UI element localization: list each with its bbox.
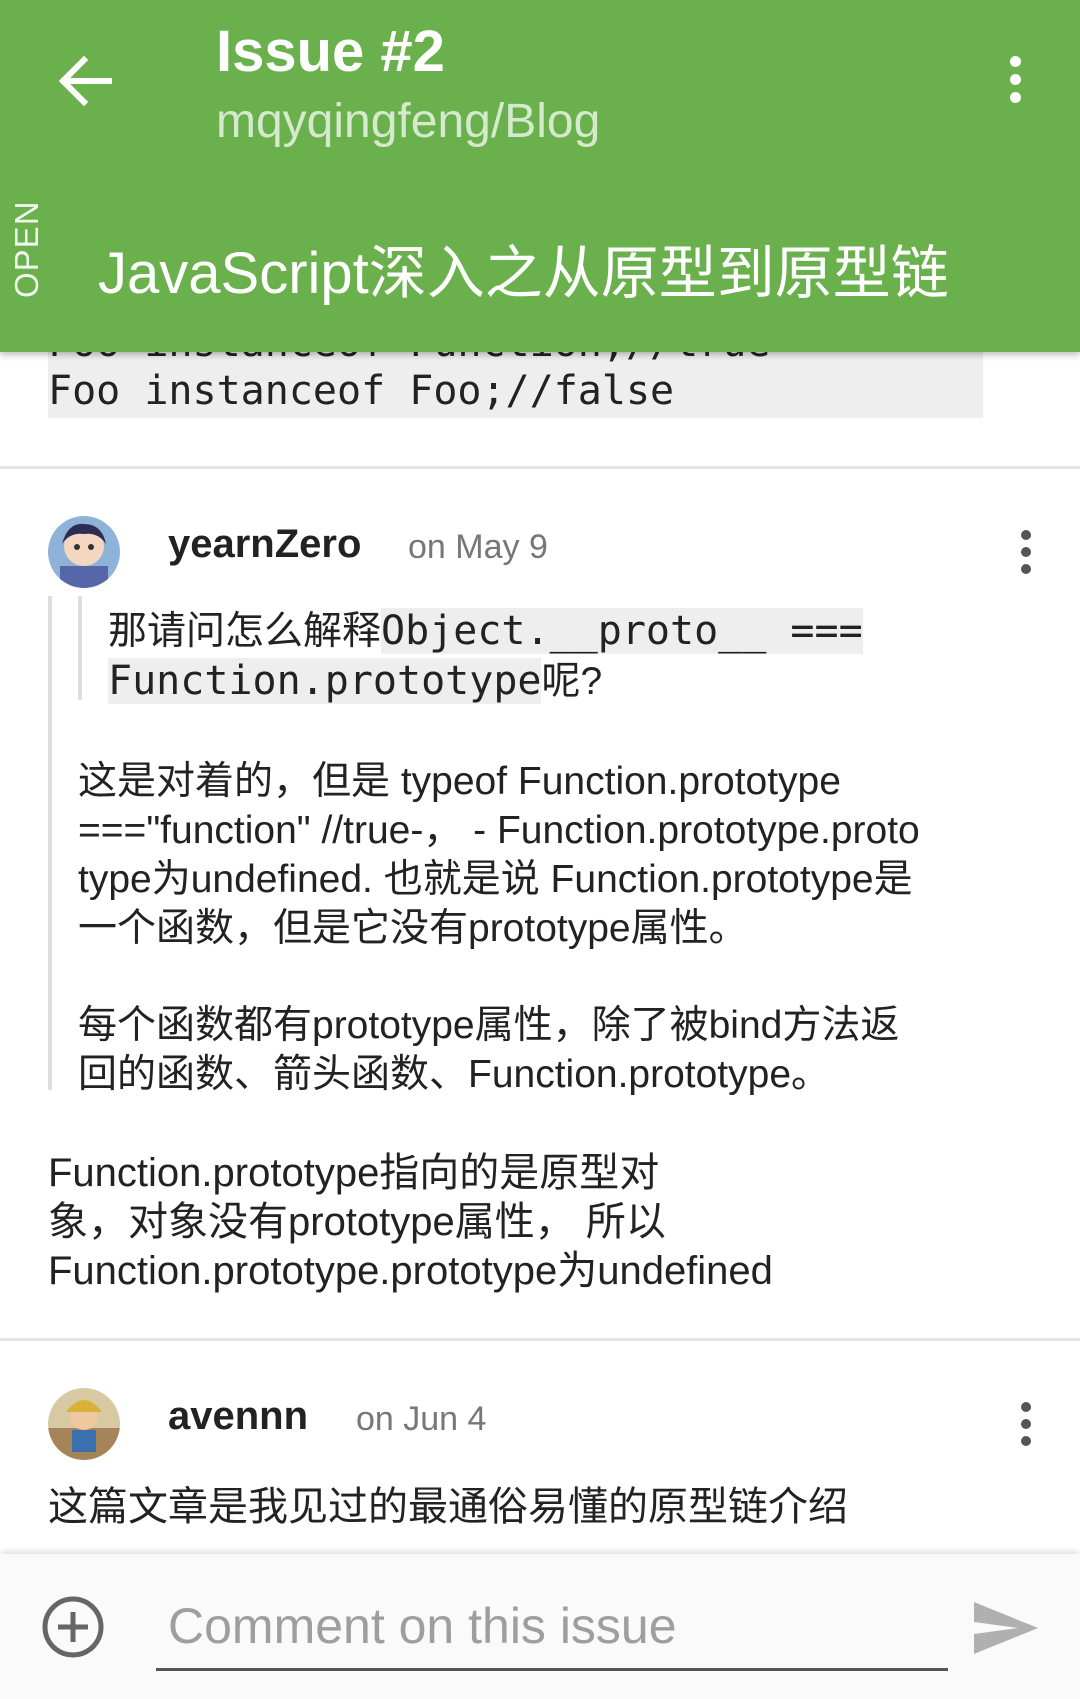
quote-line-2: Function.prototype呢? bbox=[108, 658, 603, 704]
issue-state-badge: OPEN bbox=[8, 200, 45, 298]
arrow-left-icon bbox=[58, 56, 112, 106]
app-bar: Issue #2 mqyqingfeng/Blog OPEN JavaScrip… bbox=[0, 0, 1080, 352]
add-circle-icon[interactable] bbox=[38, 1592, 108, 1662]
inline-code: Function.prototype bbox=[108, 658, 542, 704]
comment-body-line: 这篇文章是我见过的最通俗易懂的原型链介绍 bbox=[48, 1485, 848, 1529]
page-title: Issue #2 bbox=[216, 19, 445, 84]
code-line: Foo instanceof Foo;//false bbox=[48, 368, 675, 414]
avatar[interactable] bbox=[48, 516, 120, 588]
answer-line: 一个函数，但是它没有prototype属性。 bbox=[78, 907, 748, 950]
comment-more-icon[interactable] bbox=[1006, 524, 1046, 580]
comment-more-icon[interactable] bbox=[1006, 1396, 1046, 1452]
inline-code: Object.__proto__ === bbox=[381, 608, 863, 654]
comment-date: on May 9 bbox=[408, 528, 548, 566]
repo-name[interactable]: mqyqingfeng/Blog bbox=[216, 94, 600, 149]
comment-composer bbox=[0, 1554, 1080, 1699]
answer-line: 每个函数都有prototype属性，除了被bind方法返 bbox=[78, 1004, 900, 1047]
comment-body-line: Function.prototype.prototype为undefined bbox=[48, 1249, 773, 1293]
nested-blockquote-bar bbox=[78, 596, 82, 700]
comment-divider bbox=[0, 466, 1080, 469]
quote-line-1: 那请问怎么解释Object.__proto__ === bbox=[108, 608, 863, 654]
answer-line: 回的函数、箭头函数、Function.prototype。 bbox=[78, 1053, 831, 1096]
comment-header: avennn on Jun 4 bbox=[48, 1388, 1038, 1464]
send-icon[interactable] bbox=[970, 1598, 1046, 1666]
comment-input[interactable] bbox=[156, 1584, 948, 1671]
comment-date: on Jun 4 bbox=[356, 1400, 487, 1438]
comment-header: yearnZero on May 9 bbox=[48, 516, 1038, 592]
back-button[interactable] bbox=[40, 36, 130, 126]
blockquote-bar bbox=[48, 596, 52, 1090]
comment-author[interactable]: yearnZero bbox=[168, 522, 361, 567]
answer-line: type为undefined. 也就是说 Function.prototype是 bbox=[78, 858, 913, 901]
comment-divider bbox=[0, 1338, 1080, 1341]
answer-line: 这是对着的，但是 typeof Function.prototype bbox=[78, 760, 841, 803]
answer-line: ==="function" //true-， - Function.protot… bbox=[78, 809, 920, 852]
more-vert-icon[interactable] bbox=[990, 44, 1040, 114]
issue-title: JavaScript深入之从原型到原型链 bbox=[98, 241, 949, 306]
comment-author[interactable]: avennn bbox=[168, 1394, 308, 1439]
avatar[interactable] bbox=[48, 1388, 120, 1460]
